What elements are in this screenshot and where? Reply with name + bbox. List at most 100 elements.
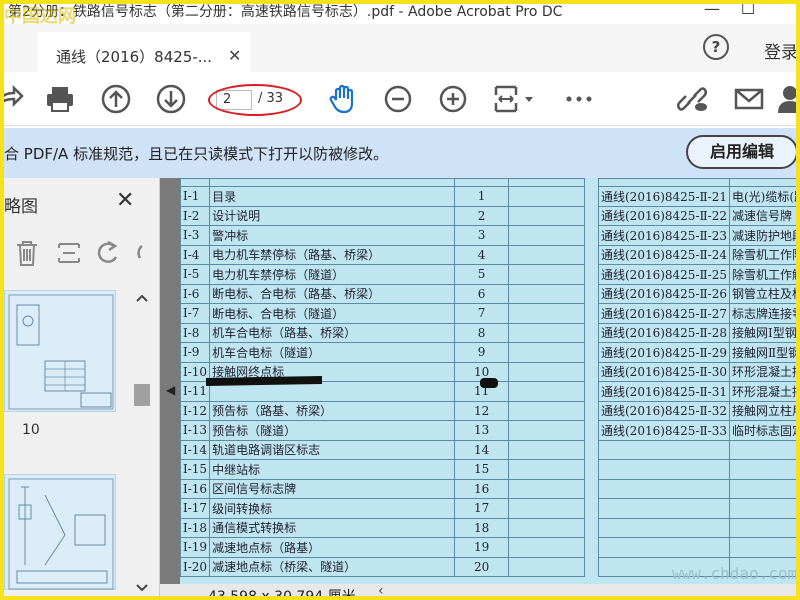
row-code: I-2: [180, 205, 211, 226]
row-remark: [508, 498, 586, 519]
table-row: I-6 断电标、合电标（路基、桥梁） 6: [180, 283, 586, 304]
maximize-button[interactable]: ☐: [728, 0, 768, 22]
fit-page-icon[interactable]: [492, 83, 538, 115]
pdf-page: I-1 目录 1 I-2 设计说明 2 I-3 警冲标 3 I-4 电力机车禁停标（路基、桥梁） 4 I…: [180, 178, 800, 584]
panel-title: 略图: [4, 197, 38, 217]
more-icon[interactable]: [563, 83, 595, 115]
tab-close-icon[interactable]: ✕: [228, 46, 241, 65]
site-watermark: www.chdao.com: [672, 564, 798, 583]
user-icon[interactable]: [776, 83, 800, 115]
page-size-text: 43.598 x 30.794 厘米: [208, 589, 356, 600]
row-code: [598, 439, 730, 460]
row-code: 通线(2016)8425-Ⅱ-27: [598, 303, 730, 324]
row-name: 预告标（隧道）: [209, 420, 456, 441]
row-name: 区间信号标志牌: [209, 478, 456, 499]
row-number: 15: [454, 459, 510, 480]
row-name: 中继站标: [209, 459, 456, 480]
scroll-up-icon[interactable]: [132, 290, 152, 306]
share-icon[interactable]: [0, 83, 26, 115]
row-number: 14: [454, 439, 510, 460]
row-remark: [508, 556, 586, 577]
row-name: 警冲标: [209, 225, 456, 246]
zoom-in-icon[interactable]: [437, 83, 469, 115]
row-remark: [508, 420, 586, 441]
row-code: [598, 459, 730, 480]
row-remark: [508, 478, 586, 499]
row-name: 目录: [209, 186, 456, 207]
row-code: I-17: [180, 498, 211, 519]
table-row: I-18 通信模式转换标 18: [180, 517, 586, 538]
row-name: 减速地点标（桥梁、隧道）: [209, 556, 456, 577]
email-icon[interactable]: [733, 83, 765, 115]
redo-rotate-icon[interactable]: [132, 238, 162, 268]
table-row: 通线(2016)8425-Ⅱ-22 减速信号牌: [598, 205, 800, 226]
next-page-icon[interactable]: [155, 83, 187, 115]
row-remark: [508, 283, 586, 304]
page-thumbnail-11[interactable]: [4, 474, 116, 590]
scrollbar-thumb[interactable]: [134, 384, 150, 406]
scroll-left-icon[interactable]: ‹: [378, 583, 384, 599]
row-code: I-12: [180, 400, 211, 421]
table-row: 通线(2016)8425-Ⅱ-32接触网立柱用橡胶: [598, 400, 800, 421]
row-code: 通线(2016)8425-Ⅱ-28: [598, 322, 730, 343]
table-row: 通线(2016)8425-Ⅱ-28接触网Ⅰ型钢柱标: [598, 322, 800, 343]
thumbnail-scrollbar[interactable]: [132, 290, 152, 596]
prev-page-icon[interactable]: [100, 83, 132, 115]
row-name: 钢管立柱及标志: [728, 283, 800, 304]
row-name: 减速防护地段终: [728, 225, 800, 246]
table-row: I-14 轨道电路调谐区标志 14: [180, 439, 586, 460]
insert-page-icon[interactable]: [54, 238, 84, 268]
row-code: I-14: [180, 439, 211, 460]
document-tab[interactable]: 通线（2016）8425-... ✕: [38, 32, 250, 72]
scroll-down-icon[interactable]: [132, 580, 152, 596]
row-code: I-8: [180, 322, 211, 343]
panel-close-icon[interactable]: ✕: [116, 188, 134, 213]
minimize-button[interactable]: —: [692, 0, 732, 22]
table-row: I-2 设计说明 2: [180, 205, 586, 226]
delete-icon[interactable]: [12, 238, 42, 268]
collapse-panel-arrow-icon[interactable]: ◀: [166, 383, 175, 397]
row-name: 电(光)缆标(路基: [728, 186, 800, 207]
document-viewport[interactable]: ◀ I-1 目录 1 I-2 设计说明 2 I-3 警冲标 3 I-4 电力机车禁停标（路基、桥梁）…: [160, 178, 800, 600]
thumbnail-drawing: [8, 478, 114, 590]
table-row: [598, 459, 800, 480]
table-row: 通线(2016)8425-Ⅱ-25除雪机工作解除: [598, 264, 800, 285]
row-code: I-18: [180, 517, 211, 538]
table-row: I-9 机车合电标（隧道） 9: [180, 342, 586, 363]
row-number: 1: [454, 186, 510, 207]
row-code: I-7: [180, 303, 211, 324]
row-remark: [508, 264, 586, 285]
print-icon[interactable]: [44, 83, 76, 115]
help-button[interactable]: ?: [703, 34, 729, 60]
notice-message: 合 PDF/A 标准规范，且已在只读模式下打开以防被修改。: [4, 145, 389, 163]
row-number: 7: [454, 303, 510, 324]
page-thumbnail-10[interactable]: [4, 290, 116, 412]
row-number: 8: [454, 322, 510, 343]
zoom-out-icon[interactable]: [382, 83, 414, 115]
row-name: 断电标、合电标（路基、桥梁）: [209, 283, 456, 304]
table-row: I-3 警冲标 3: [180, 225, 586, 246]
row-remark: [508, 186, 586, 207]
table-row: I-16 区间信号标志牌 16: [180, 478, 586, 499]
link-icon[interactable]: [676, 83, 708, 115]
enable-editing-button[interactable]: 启用编辑: [686, 135, 798, 169]
row-number: 17: [454, 498, 510, 519]
sign-in-button[interactable]: 登录: [764, 38, 798, 63]
row-name: [728, 439, 800, 460]
row-remark: [508, 517, 586, 538]
hand-tool-icon[interactable]: [327, 83, 359, 115]
row-code: I-3: [180, 225, 211, 246]
table-row: [598, 478, 800, 499]
window-title: 第2分册：铁路信号标志（第二分册：高速铁路信号标志）.pdf - Adobe A…: [8, 4, 563, 20]
table-row: I-13 预告标（隧道） 13: [180, 420, 586, 441]
row-name: 机车合电标（路基、桥梁）: [209, 322, 456, 343]
row-code: I-13: [180, 420, 211, 441]
row-name: 电力机车禁停标（隧道）: [209, 264, 456, 285]
row-name: 减速信号牌: [728, 205, 800, 226]
row-number: 19: [454, 537, 510, 558]
thumbnail-drawing: [8, 294, 114, 410]
table-row: [598, 439, 800, 460]
rotate-icon[interactable]: [94, 238, 124, 268]
table-row: [598, 537, 800, 558]
table-row: 通线(2016)8425-Ⅱ-30环形混凝土接触网: [598, 361, 800, 382]
